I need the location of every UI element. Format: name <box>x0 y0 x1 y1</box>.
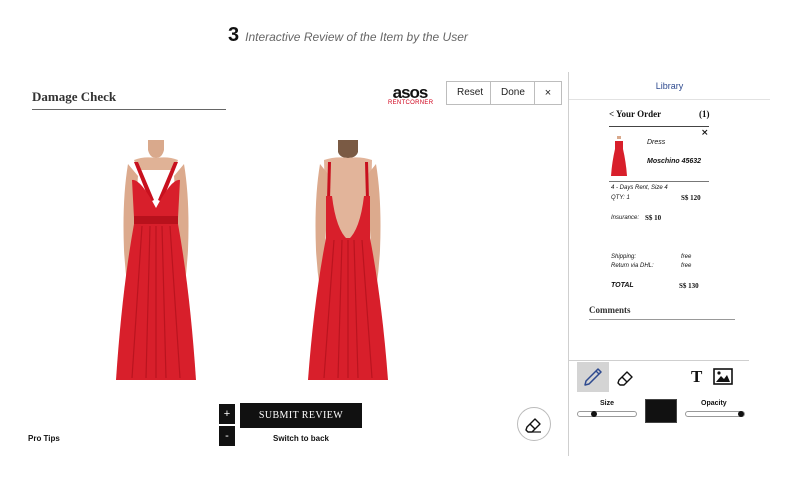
dress-front-image[interactable] <box>104 140 208 380</box>
title-divider <box>32 109 226 110</box>
comments-label: Comments <box>589 305 631 315</box>
order-divider <box>609 126 709 127</box>
eraser-icon <box>525 418 541 433</box>
remove-item-button[interactable]: × <box>701 128 709 138</box>
shipping-label: Shipping: <box>611 254 637 260</box>
close-button[interactable]: × <box>535 82 561 104</box>
comments-input-line[interactable] <box>589 319 735 320</box>
dress-back-illustration <box>308 140 388 380</box>
size-label: Size <box>600 400 615 407</box>
item-thumbnail <box>611 136 627 176</box>
image-tool-button[interactable] <box>713 368 733 385</box>
shipping-value: free <box>681 254 692 260</box>
dress-front-illustration <box>116 140 196 380</box>
top-toolbar: Reset Done × <box>446 81 562 105</box>
opacity-slider-knob[interactable] <box>738 411 744 417</box>
rent-info: 4 - Days Rent, Size 4 <box>611 185 668 191</box>
return-value: free <box>681 263 692 269</box>
item-name: Moschino 45632 <box>647 158 702 165</box>
step-caption-text: Interactive Review of the Item by the Us… <box>245 30 468 44</box>
item-type: Dress <box>647 139 666 146</box>
tools-divider <box>569 360 749 361</box>
image-icon <box>713 368 733 385</box>
item-price: S$ 120 <box>681 194 701 202</box>
your-order-back-link[interactable]: < Your Order <box>609 109 709 119</box>
order-count: (1) <box>699 109 710 119</box>
return-label: Return via DHL: <box>611 263 654 269</box>
submit-review-button[interactable]: SUBMIT REVIEW <box>240 403 362 428</box>
text-tool-button[interactable]: T <box>691 368 702 385</box>
size-slider[interactable] <box>577 411 637 417</box>
brand-logo: asos RENTCORNER <box>388 83 434 107</box>
eraser-icon <box>617 371 633 386</box>
quantity-label: QTY: 1 <box>611 195 630 201</box>
item-divider <box>609 181 709 182</box>
eraser-floating-button[interactable] <box>517 407 551 441</box>
switch-to-back-link[interactable]: Switch to back <box>240 434 362 443</box>
reset-button[interactable]: Reset <box>447 82 491 104</box>
zoom-controls: + - <box>219 404 235 446</box>
page-title: Damage Check <box>32 89 117 104</box>
zoom-out-button[interactable]: - <box>219 426 235 446</box>
done-button[interactable]: Done <box>491 82 535 104</box>
zoom-in-button[interactable]: + <box>219 404 235 424</box>
pro-tips-link[interactable]: Pro Tips <box>28 434 60 443</box>
dress-back-image[interactable] <box>296 140 400 380</box>
pencil-tool-button[interactable] <box>577 362 609 392</box>
total-value: S$ 130 <box>679 282 699 290</box>
step-caption: 3 Interactive Review of the Item by the … <box>228 24 468 47</box>
step-number: 3 <box>228 24 240 46</box>
brand-subtitle: RENTCORNER <box>388 100 434 106</box>
library-panel: Library < Your Order (1) × Dress Moschin… <box>568 72 770 456</box>
opacity-label: Opacity <box>701 400 727 407</box>
pencil-icon <box>584 368 602 386</box>
library-header[interactable]: Library <box>569 72 770 100</box>
review-app: Damage Check asos RENTCORNER Reset Done … <box>20 72 770 456</box>
opacity-slider[interactable] <box>685 411 745 417</box>
size-slider-knob[interactable] <box>591 411 597 417</box>
canvas-area: Damage Check asos RENTCORNER Reset Done … <box>20 72 568 456</box>
brand-name: asos <box>392 83 429 102</box>
eraser-tool-button[interactable] <box>613 364 639 390</box>
color-swatch[interactable] <box>645 399 677 423</box>
insurance-price: S$ 10 <box>645 214 662 222</box>
total-label: TOTAL <box>611 282 634 289</box>
insurance-label: Insurance: <box>611 215 640 221</box>
